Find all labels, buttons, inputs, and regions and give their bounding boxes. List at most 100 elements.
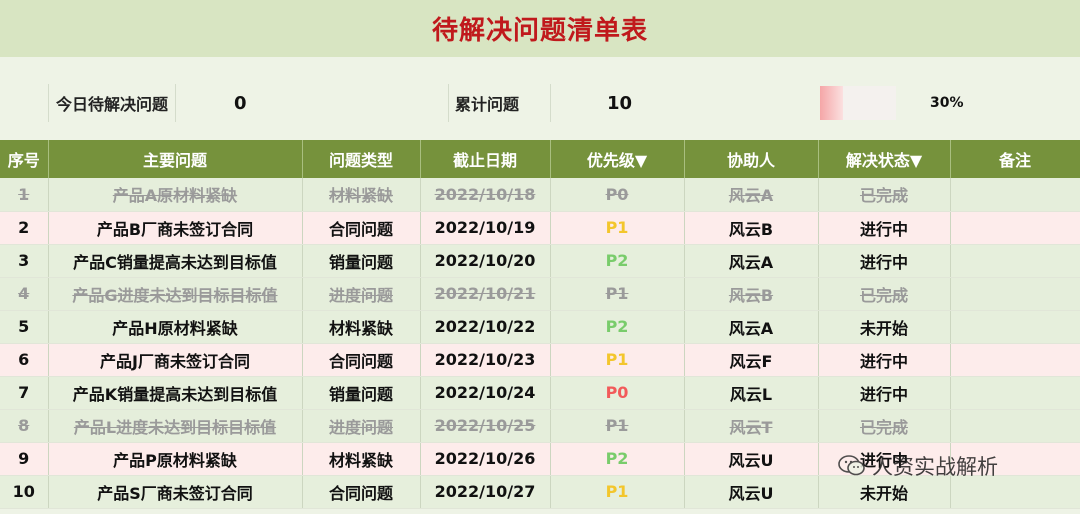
priority-badge[interactable]: P1 xyxy=(550,277,685,311)
helper-name[interactable]: 风云A xyxy=(684,178,819,212)
status-text[interactable]: 未开始 xyxy=(818,310,951,344)
row-number[interactable]: 3 xyxy=(0,244,49,278)
row-number[interactable]: 2 xyxy=(0,211,49,245)
col-status-filter[interactable]: 解决状态▼ xyxy=(818,140,951,178)
due-date[interactable]: 2022/10/22 xyxy=(420,310,551,344)
issue-text[interactable]: 产品P原材料紧缺 xyxy=(48,442,303,476)
note-cell[interactable] xyxy=(950,376,1080,410)
issue-text[interactable]: 产品H原材料紧缺 xyxy=(48,310,303,344)
issue-text[interactable]: 产品B厂商未签订合同 xyxy=(48,211,303,245)
priority-badge[interactable]: P1 xyxy=(550,211,685,245)
priority-badge[interactable]: P0 xyxy=(550,178,685,212)
table-row[interactable]: 7 产品K销量提高未达到目标值 销量问题 2022/10/24 P0 风云L 进行中 xyxy=(0,376,1080,410)
col-priority-filter[interactable]: 优先级▼ xyxy=(550,140,685,178)
issue-type[interactable]: 合同问题 xyxy=(302,475,421,509)
helper-name[interactable]: 风云T xyxy=(684,409,819,443)
status-text[interactable]: 进行中 xyxy=(818,211,951,245)
row-number[interactable]: 5 xyxy=(0,310,49,344)
row-number[interactable]: 10 xyxy=(0,475,49,509)
due-date[interactable]: 2022/10/19 xyxy=(420,211,551,245)
note-cell[interactable] xyxy=(950,310,1080,344)
issue-type[interactable]: 进度问题 xyxy=(302,277,421,311)
note-cell[interactable] xyxy=(950,244,1080,278)
issue-text[interactable]: 产品S厂商未签订合同 xyxy=(48,475,303,509)
issue-type[interactable]: 合同问题 xyxy=(302,343,421,377)
page-title: 待解决问题清单表 xyxy=(431,16,648,46)
table-row[interactable]: 5 产品H原材料紧缺 材料紧缺 2022/10/22 P2 风云A 未开始 xyxy=(0,310,1080,344)
due-date[interactable]: 2022/10/21 xyxy=(420,277,551,311)
today-value: 0 xyxy=(234,92,247,114)
issue-text[interactable]: 产品J厂商未签订合同 xyxy=(48,343,303,377)
due-date[interactable]: 2022/10/26 xyxy=(420,442,551,476)
issue-type[interactable]: 进度问题 xyxy=(302,409,421,443)
helper-name[interactable]: 风云U xyxy=(684,475,819,509)
status-text[interactable]: 已完成 xyxy=(818,178,951,212)
issue-type[interactable]: 销量问题 xyxy=(302,376,421,410)
note-cell[interactable] xyxy=(950,277,1080,311)
today-label: 今日待解决问题 xyxy=(56,95,169,114)
col-issue-header: 主要问题 xyxy=(48,140,303,178)
helper-name[interactable]: 风云U xyxy=(684,442,819,476)
col-date-header: 截止日期 xyxy=(420,140,551,178)
note-cell[interactable] xyxy=(950,211,1080,245)
helper-name[interactable]: 风云A xyxy=(684,244,819,278)
helper-name[interactable]: 风云A xyxy=(684,310,819,344)
row-number[interactable]: 8 xyxy=(0,409,49,443)
note-cell[interactable] xyxy=(950,343,1080,377)
status-text[interactable]: 进行中 xyxy=(818,376,951,410)
chat-bubble-icon xyxy=(838,455,865,476)
priority-badge[interactable]: P1 xyxy=(550,409,685,443)
table-row[interactable]: 3 产品C销量提高未达到目标值 销量问题 2022/10/20 P2 风云A 进行中 xyxy=(0,244,1080,278)
row-number[interactable]: 4 xyxy=(0,277,49,311)
due-date[interactable]: 2022/10/27 xyxy=(420,475,551,509)
table-row[interactable]: 4 产品G进度未达到目标目标值 进度问题 2022/10/21 P1 风云B 已完成 xyxy=(0,277,1080,311)
title-bar: 待解决问题清单表 xyxy=(0,0,1080,57)
issue-text[interactable]: 产品A原材料紧缺 xyxy=(48,178,303,212)
due-date[interactable]: 2022/10/18 xyxy=(420,178,551,212)
priority-badge[interactable]: P2 xyxy=(550,310,685,344)
divider xyxy=(175,84,176,122)
issue-text[interactable]: 产品L进度未达到目标目标值 xyxy=(48,409,303,443)
issue-type[interactable]: 材料紧缺 xyxy=(302,178,421,212)
watermark-text: 人资实战解析 xyxy=(872,455,998,479)
status-text[interactable]: 已完成 xyxy=(818,277,951,311)
table-row[interactable]: 2 产品B厂商未签订合同 合同问题 2022/10/19 P1 风云B 进行中 xyxy=(0,211,1080,245)
status-text[interactable]: 进行中 xyxy=(818,343,951,377)
col-note-header: 备注 xyxy=(950,140,1080,178)
note-cell[interactable] xyxy=(950,409,1080,443)
helper-name[interactable]: 风云F xyxy=(684,343,819,377)
issue-text[interactable]: 产品K销量提高未达到目标值 xyxy=(48,376,303,410)
helper-name[interactable]: 风云L xyxy=(684,376,819,410)
issue-type[interactable]: 材料紧缺 xyxy=(302,310,421,344)
issue-text[interactable]: 产品G进度未达到目标目标值 xyxy=(48,277,303,311)
status-text[interactable]: 进行中 xyxy=(818,244,951,278)
priority-badge[interactable]: P2 xyxy=(550,442,685,476)
total-value: 10 xyxy=(607,92,633,114)
issue-type[interactable]: 销量问题 xyxy=(302,244,421,278)
row-number[interactable]: 6 xyxy=(0,343,49,377)
table-row[interactable]: 8 产品L进度未达到目标目标值 进度问题 2022/10/25 P1 风云T 已完成 xyxy=(0,409,1080,443)
row-number[interactable]: 7 xyxy=(0,376,49,410)
priority-badge[interactable]: P0 xyxy=(550,376,685,410)
progress-fill xyxy=(820,86,843,120)
due-date[interactable]: 2022/10/25 xyxy=(420,409,551,443)
note-cell[interactable] xyxy=(950,178,1080,212)
row-number[interactable]: 1 xyxy=(0,178,49,212)
priority-badge[interactable]: P1 xyxy=(550,475,685,509)
issue-type[interactable]: 合同问题 xyxy=(302,211,421,245)
watermark: 人资实战解析 xyxy=(838,448,998,484)
helper-name[interactable]: 风云B xyxy=(684,277,819,311)
table-row[interactable]: 6 产品J厂商未签订合同 合同问题 2022/10/23 P1 风云F 进行中 xyxy=(0,343,1080,377)
divider xyxy=(448,84,449,122)
row-number[interactable]: 9 xyxy=(0,442,49,476)
issue-type[interactable]: 材料紧缺 xyxy=(302,442,421,476)
status-text[interactable]: 已完成 xyxy=(818,409,951,443)
priority-badge[interactable]: P1 xyxy=(550,343,685,377)
helper-name[interactable]: 风云B xyxy=(684,211,819,245)
due-date[interactable]: 2022/10/20 xyxy=(420,244,551,278)
issue-text[interactable]: 产品C销量提高未达到目标值 xyxy=(48,244,303,278)
priority-badge[interactable]: P2 xyxy=(550,244,685,278)
table-row[interactable]: 1 产品A原材料紧缺 材料紧缺 2022/10/18 P0 风云A 已完成 xyxy=(0,178,1080,212)
due-date[interactable]: 2022/10/24 xyxy=(420,376,551,410)
due-date[interactable]: 2022/10/23 xyxy=(420,343,551,377)
